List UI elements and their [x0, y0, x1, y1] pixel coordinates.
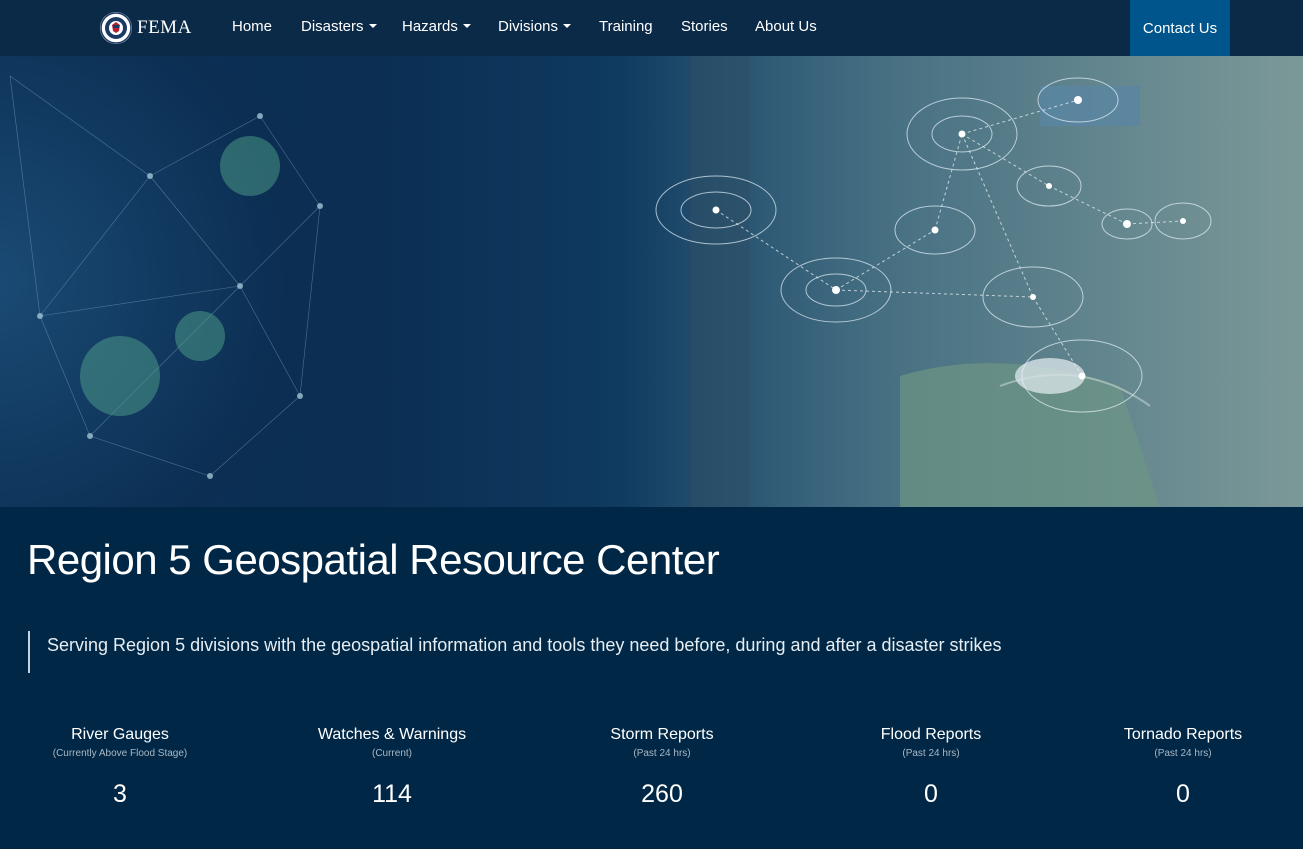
fema-logo-link[interactable]: FEMA: [100, 11, 192, 45]
nav-item-home[interactable]: Home: [232, 18, 272, 38]
hero-banner-image: [0, 56, 1303, 507]
stat-value[interactable]: 260: [542, 780, 782, 809]
tagline-accent-bar: [28, 631, 30, 673]
nav-item-hazards[interactable]: Hazards: [402, 18, 471, 38]
stat-flood-reports: Flood Reports (Past 24 hrs) 0: [811, 726, 1051, 809]
nav-item-label: Disasters: [301, 18, 364, 35]
dhs-seal-icon: [100, 12, 132, 44]
top-navbar: FEMA Home Disasters Hazards Divisions Tr…: [0, 0, 1303, 56]
stat-label: Tornado Reports: [1123, 726, 1243, 743]
stat-sublabel: (Currently Above Flood Stage): [52, 748, 188, 759]
stat-storm-reports: Storm Reports (Past 24 hrs) 260: [542, 726, 782, 809]
page-tagline: Serving Region 5 divisions with the geos…: [47, 635, 1002, 655]
stat-label: Storm Reports: [610, 726, 714, 743]
nav-item-label: Hazards: [402, 18, 458, 35]
nav-item-label: Divisions: [498, 18, 559, 35]
stat-label: River Gauges: [71, 726, 169, 743]
contact-us-button[interactable]: Contact Us: [1130, 0, 1230, 56]
stat-river-gauges: River Gauges (Currently Above Flood Stag…: [0, 726, 240, 809]
stat-label: Flood Reports: [880, 726, 982, 743]
stat-value[interactable]: 114: [272, 780, 512, 809]
stat-sublabel: (Current): [371, 748, 412, 759]
stat-value[interactable]: 0: [811, 780, 1051, 809]
nav-item-divisions[interactable]: Divisions: [498, 18, 572, 38]
stat-value[interactable]: 3: [0, 780, 240, 809]
logo-text: FEMA: [137, 17, 192, 38]
caret-down-icon: [563, 24, 572, 29]
stat-sublabel: (Past 24 hrs): [1154, 748, 1212, 759]
stat-sublabel: (Past 24 hrs): [633, 748, 691, 759]
page-title: Region 5 Geospatial Resource Center: [27, 536, 720, 583]
stat-sublabel: (Past 24 hrs): [902, 748, 960, 759]
stat-tornado-reports: Tornado Reports (Past 24 hrs) 0: [1063, 726, 1303, 809]
nav-item-label: About Us: [755, 18, 817, 35]
nav-item-stories[interactable]: Stories: [681, 18, 728, 38]
nav-item-disasters[interactable]: Disasters: [301, 18, 377, 38]
stat-value[interactable]: 0: [1063, 780, 1303, 809]
caret-down-icon: [368, 24, 377, 29]
nav-item-label: Home: [232, 18, 273, 35]
stat-watches-warnings: Watches & Warnings (Current) 114: [272, 726, 512, 809]
nav-item-about-us[interactable]: About Us: [755, 18, 817, 38]
caret-down-icon: [462, 24, 471, 29]
stat-label: Watches & Warnings: [317, 726, 467, 743]
nav-item-training[interactable]: Training: [599, 18, 653, 38]
nav-item-label: Training: [599, 18, 653, 35]
nav-item-label: Stories: [681, 18, 728, 35]
